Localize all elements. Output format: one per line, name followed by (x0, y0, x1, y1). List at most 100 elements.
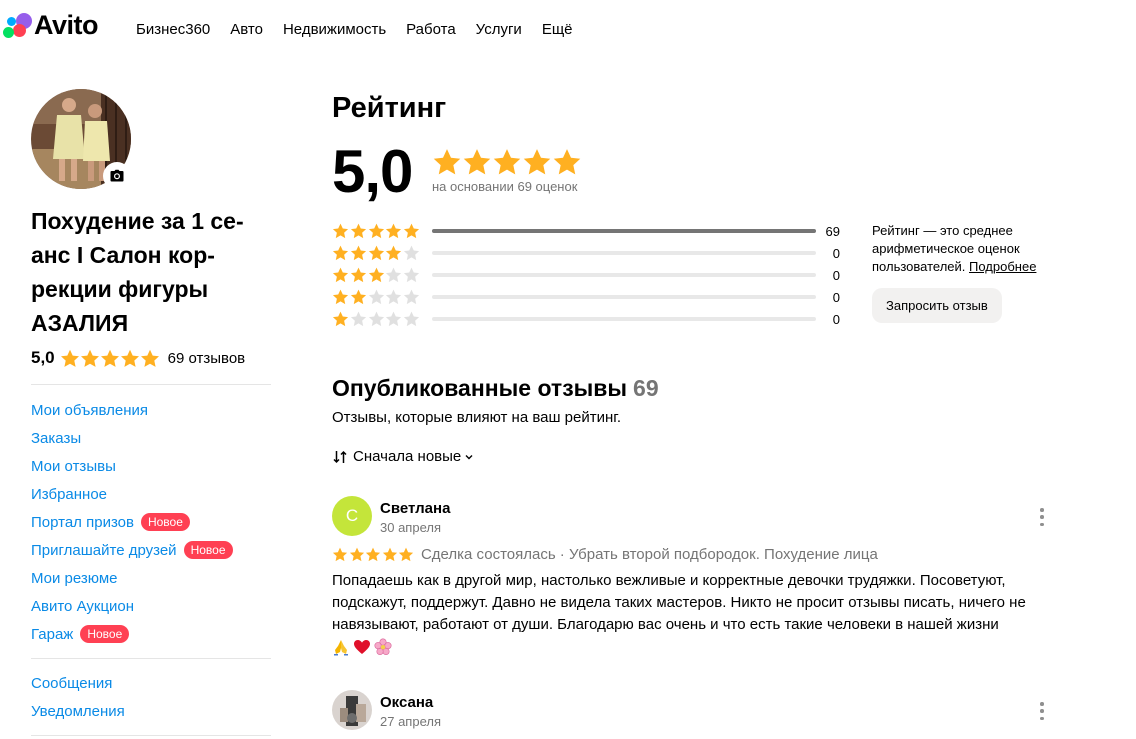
nav-item-jobs[interactable]: Работа (406, 21, 456, 38)
chevron-down-icon (465, 454, 473, 459)
star-filled-icon (368, 267, 385, 283)
star-filled-icon (60, 349, 80, 368)
new-badge: Новое (140, 513, 190, 531)
distribution-count: 0 (832, 289, 840, 305)
profile-rating-stars (60, 349, 160, 368)
distribution-count: 0 (832, 267, 840, 283)
distribution-stars (332, 245, 432, 261)
star-filled-icon (385, 223, 402, 239)
star-filled-icon (332, 245, 349, 261)
reviewer-initial: С (345, 506, 359, 525)
reviewer-name[interactable]: Оксана (380, 694, 433, 711)
star-filled-icon (332, 267, 349, 283)
published-heading: Опубликованные отзывы 69 (332, 375, 659, 402)
nav-item-auto[interactable]: Авто (230, 21, 263, 38)
sidebar-item-label: Портал призов (31, 513, 134, 531)
star-filled-icon (120, 349, 140, 368)
shop-title: Похудение за 1 се- анс I Салон кор- рекц… (31, 204, 281, 340)
star-filled-icon (368, 245, 385, 261)
star-empty-icon (385, 311, 402, 327)
star-filled-icon (332, 289, 349, 305)
nav-item-services[interactable]: Услуги (476, 21, 522, 38)
star-empty-icon (403, 245, 420, 261)
new-badge: Новое (183, 541, 233, 559)
review-meta: Сделка состоялась · Убрать второй подбор… (332, 546, 878, 563)
sidebar-item-favorites[interactable]: Избранное (31, 480, 233, 508)
sidebar-item-garage[interactable]: Гараж Новое (31, 620, 233, 648)
star-filled-icon (365, 547, 381, 562)
review-date: 27 апреля (380, 714, 441, 729)
rating-more-link[interactable]: Подробнее (969, 259, 1036, 274)
sidebar-item-avito-auction[interactable]: Авито Аукцион (31, 592, 233, 620)
sidebar-item-invite-friends[interactable]: Приглашайте друзей Новое (31, 536, 233, 564)
sidebar-divider (31, 384, 271, 385)
distribution-count: 69 (825, 223, 840, 239)
published-heading-text: Опубликованные отзывы (332, 375, 628, 401)
star-filled-icon (492, 148, 522, 176)
sidebar-item-my-resumes[interactable]: Мои резюме (31, 564, 233, 592)
sidebar-divider (31, 735, 271, 736)
sidebar-item-messages[interactable]: Сообщения (31, 669, 125, 697)
new-badge: Новое (80, 625, 130, 643)
top-nav: Бизнес360 Авто Недвижимость Работа Услуг… (136, 21, 593, 38)
shop-title-line: анс I Салон кор- (31, 242, 215, 268)
profile-rating[interactable]: 5,0 69 отзывов (31, 346, 245, 370)
sidebar-item-my-ads[interactable]: Мои объявления (31, 396, 233, 424)
review-meta-text: Сделка состоялась · Убрать второй подбор… (420, 546, 878, 563)
sidebar-item-prize-portal[interactable]: Портал призов Новое (31, 508, 233, 536)
sort-dropdown[interactable]: Сначала новые (332, 448, 474, 465)
star-filled-icon (80, 349, 100, 368)
star-empty-icon (403, 289, 420, 305)
distribution-stars (332, 311, 432, 327)
nav-item-realty[interactable]: Недвижимость (283, 21, 386, 38)
distribution-row[interactable]: 69 (332, 220, 840, 242)
avito-logo[interactable]: Avito (2, 10, 99, 40)
rating-note: Рейтинг — это среднее арифметическое оце… (872, 222, 1062, 276)
nav-item-business360[interactable]: Бизнес360 (136, 21, 210, 38)
star-empty-icon (403, 267, 420, 283)
more-options-icon[interactable] (1039, 508, 1045, 526)
shop-title-line: рекции фигуры (31, 276, 209, 302)
sidebar-item-label: Гараж (31, 625, 74, 643)
sidebar-item-my-reviews[interactable]: Мои отзывы (31, 452, 233, 480)
distribution-bar (432, 317, 816, 321)
published-subtitle: Отзывы, которые влияют на ваш рейтинг. (332, 409, 622, 426)
distribution-row[interactable]: 0 (332, 286, 840, 308)
distribution-row[interactable]: 0 (332, 308, 840, 330)
star-filled-icon (350, 223, 367, 239)
nav-item-more[interactable]: Ещё (542, 21, 573, 38)
cherry-blossom-icon (374, 638, 392, 656)
reviewer-name[interactable]: Светлана (380, 500, 450, 517)
change-photo-button[interactable] (103, 162, 131, 190)
sidebar-item-label: Избранное (31, 485, 108, 503)
review-date: 30 апреля (380, 520, 441, 535)
more-options-icon[interactable] (1039, 702, 1045, 720)
star-filled-icon (368, 223, 385, 239)
rating-distribution: 69 0 0 0 0 (332, 220, 840, 330)
star-empty-icon (403, 311, 420, 327)
sidebar-item-label: Сообщения (31, 674, 113, 692)
star-filled-icon (552, 148, 582, 176)
distribution-bar (432, 229, 816, 233)
camera-icon (110, 169, 124, 182)
star-empty-icon (385, 267, 402, 283)
review-stars (332, 547, 415, 562)
sort-icon (333, 450, 347, 463)
distribution-bar (432, 295, 816, 299)
logo-dots-icon (2, 10, 34, 40)
distribution-row[interactable]: 0 (332, 264, 840, 286)
star-filled-icon (332, 223, 349, 239)
reviewer-avatar[interactable] (332, 690, 372, 730)
review-emojis (332, 638, 392, 656)
reviewer-avatar[interactable]: С (332, 496, 372, 536)
sidebar-item-orders[interactable]: Заказы (31, 424, 233, 452)
request-review-button[interactable]: Запросить отзыв (872, 288, 1002, 323)
sidebar-item-notifications[interactable]: Уведомления (31, 697, 125, 725)
sidebar-links-secondary: Сообщения Уведомления (31, 669, 125, 725)
distribution-bar (432, 251, 816, 255)
red-heart-icon (354, 640, 370, 654)
distribution-row[interactable]: 0 (332, 242, 840, 264)
distribution-count: 0 (832, 311, 840, 327)
star-filled-icon (462, 148, 492, 176)
star-filled-icon (382, 547, 398, 562)
